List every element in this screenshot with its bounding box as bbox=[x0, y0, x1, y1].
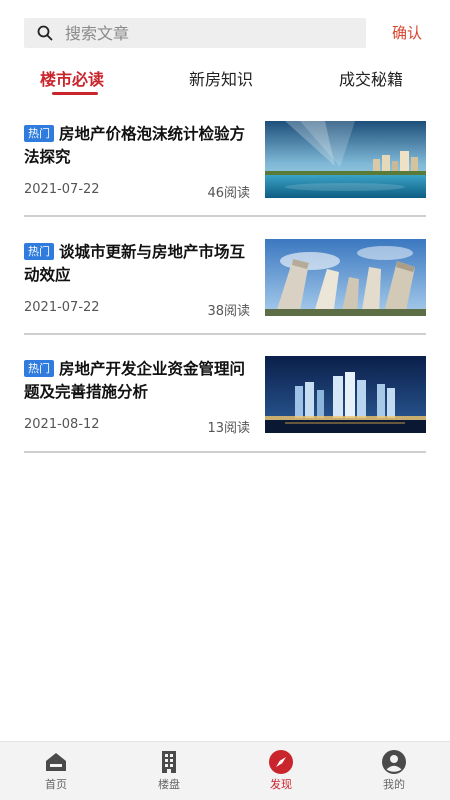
article-thumbnail bbox=[265, 356, 426, 433]
hot-badge: 热门 bbox=[24, 243, 54, 260]
building-icon bbox=[162, 751, 176, 773]
nav-label: 我的 bbox=[383, 778, 405, 791]
article-title-text: 房地产价格泡沫统计检验方法探究 bbox=[24, 125, 246, 166]
article-date: 2021-07-22 bbox=[24, 300, 100, 315]
compass-icon bbox=[269, 750, 293, 774]
article-title: 热门 谈城市更新与房地产市场互动效应 bbox=[24, 241, 252, 287]
divider bbox=[24, 333, 426, 335]
nav-item-profile[interactable]: 我的 bbox=[349, 742, 439, 800]
article-item[interactable]: 热门 房地产开发企业资金管理问题及完善措施分析 2021-08-12 13阅读 bbox=[24, 356, 426, 452]
hot-badge: 热门 bbox=[24, 125, 54, 142]
waterfront-city-skyline-image bbox=[265, 121, 426, 198]
article-date: 2021-07-22 bbox=[24, 182, 100, 197]
nav-item-discover[interactable]: 发现 bbox=[236, 742, 326, 800]
high-rise-towers-sky-image bbox=[265, 239, 426, 316]
article-read-count: 38阅读 bbox=[207, 304, 250, 319]
user-icon bbox=[382, 750, 406, 774]
bottom-navigation: 首页 楼盘 发现 我的 bbox=[0, 741, 450, 800]
article-thumbnail bbox=[265, 239, 426, 316]
search-input[interactable] bbox=[65, 19, 345, 47]
tab-loushi-bidu[interactable]: 楼市必读 bbox=[40, 66, 104, 90]
hot-badge: 热门 bbox=[24, 360, 54, 377]
article-read-count: 46阅读 bbox=[207, 186, 250, 201]
nav-item-home[interactable]: 首页 bbox=[11, 742, 101, 800]
article-title-text: 房地产开发企业资金管理问题及完善措施分析 bbox=[24, 360, 246, 401]
nav-label: 首页 bbox=[45, 778, 67, 791]
divider bbox=[24, 451, 426, 453]
article-thumbnail bbox=[265, 121, 426, 198]
active-tab-indicator bbox=[52, 92, 98, 95]
nav-label: 发现 bbox=[270, 778, 292, 791]
article-date: 2021-08-12 bbox=[24, 417, 100, 432]
tab-chengjiao-miji[interactable]: 成交秘籍 bbox=[339, 66, 403, 90]
search-icon bbox=[37, 25, 53, 41]
divider bbox=[24, 215, 426, 217]
article-read-count: 13阅读 bbox=[207, 421, 250, 436]
night-city-towers-image bbox=[265, 356, 426, 433]
category-tabs: 楼市必读 新房知识 成交秘籍 bbox=[0, 66, 450, 102]
nav-label: 楼盘 bbox=[158, 778, 180, 791]
article-item[interactable]: 热门 谈城市更新与房地产市场互动效应 2021-07-22 38阅读 bbox=[24, 239, 426, 335]
confirm-button[interactable]: 确认 bbox=[392, 22, 422, 43]
home-icon bbox=[46, 753, 66, 771]
article-item[interactable]: 热门 房地产价格泡沫统计检验方法探究 2021-07-22 46阅读 bbox=[24, 121, 426, 217]
article-title: 热门 房地产开发企业资金管理问题及完善措施分析 bbox=[24, 358, 252, 404]
article-title-text: 谈城市更新与房地产市场互动效应 bbox=[24, 243, 246, 284]
search-bar[interactable] bbox=[24, 18, 366, 48]
nav-item-buildings[interactable]: 楼盘 bbox=[124, 742, 214, 800]
article-title: 热门 房地产价格泡沫统计检验方法探究 bbox=[24, 123, 252, 169]
tab-xinfang-zhishi[interactable]: 新房知识 bbox=[189, 66, 253, 90]
